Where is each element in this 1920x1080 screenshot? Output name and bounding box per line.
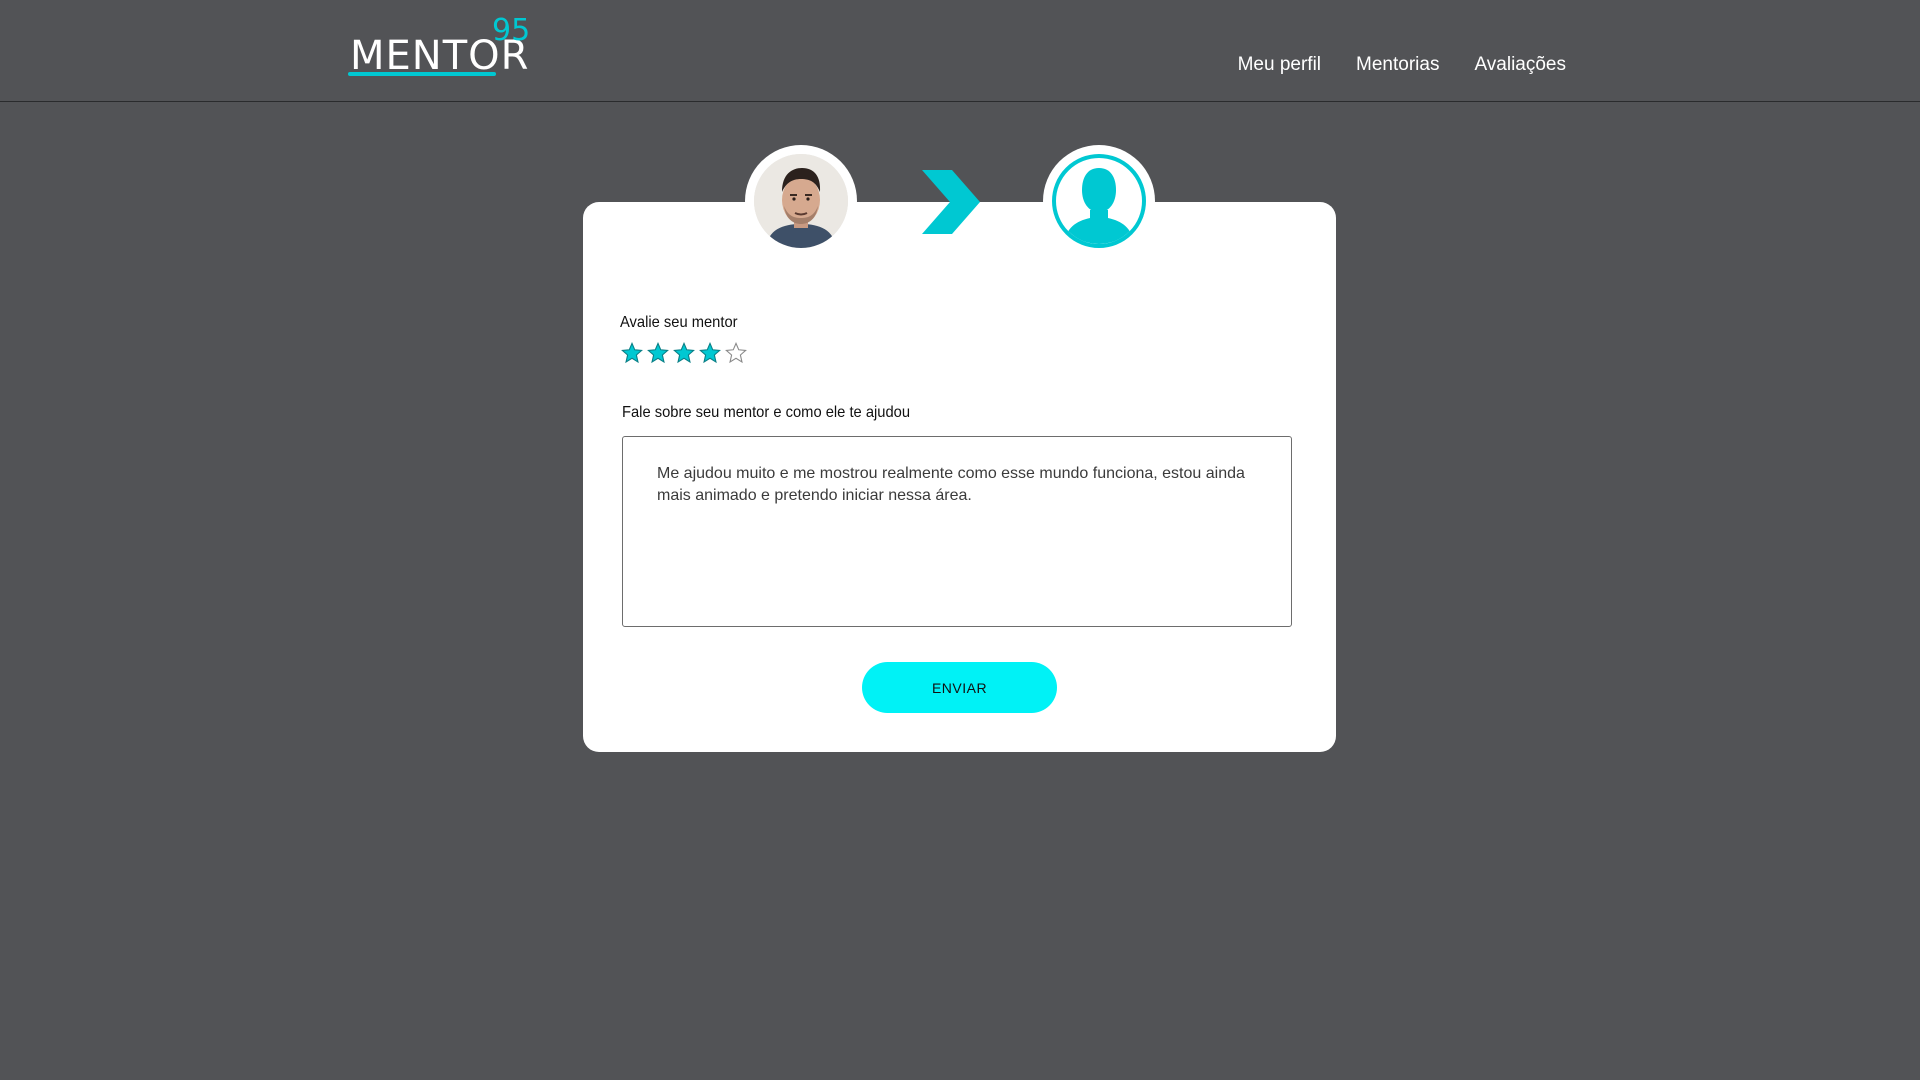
nav-mentorias[interactable]: Mentorias — [1356, 54, 1439, 76]
chevron-right-icon — [922, 170, 980, 234]
mentee-avatar — [745, 145, 857, 257]
comment-textarea[interactable]: Me ajudou muito e me mostrou realmente c… — [622, 436, 1292, 627]
star-icon-4[interactable] — [699, 342, 721, 364]
logo-underline — [348, 72, 496, 76]
star-icon-1[interactable] — [621, 342, 643, 364]
star-rating[interactable] — [621, 342, 747, 364]
star-icon-5[interactable] — [725, 342, 747, 364]
mentee-photo — [754, 154, 848, 248]
rating-label: Avalie seu mentor — [620, 314, 738, 331]
nav-avaliacoes[interactable]: Avaliações — [1474, 54, 1566, 76]
star-icon-2[interactable] — [647, 342, 669, 364]
user-silhouette-icon — [1052, 154, 1146, 248]
submit-button[interactable]: ENVIAR — [862, 662, 1057, 713]
header: MENTOR 95 Meu perfil Mentorias Avaliaçõe… — [0, 0, 1920, 102]
comment-label: Fale sobre seu mentor e como ele te ajud… — [622, 404, 911, 421]
nav-meu-perfil[interactable]: Meu perfil — [1238, 54, 1321, 76]
logo-superscript: 95 — [492, 13, 531, 48]
main-nav: Meu perfil Mentorias Avaliações — [1238, 54, 1566, 76]
mentor-avatar — [1043, 145, 1155, 257]
logo[interactable]: MENTOR 95 — [348, 14, 538, 80]
star-icon-3[interactable] — [673, 342, 695, 364]
